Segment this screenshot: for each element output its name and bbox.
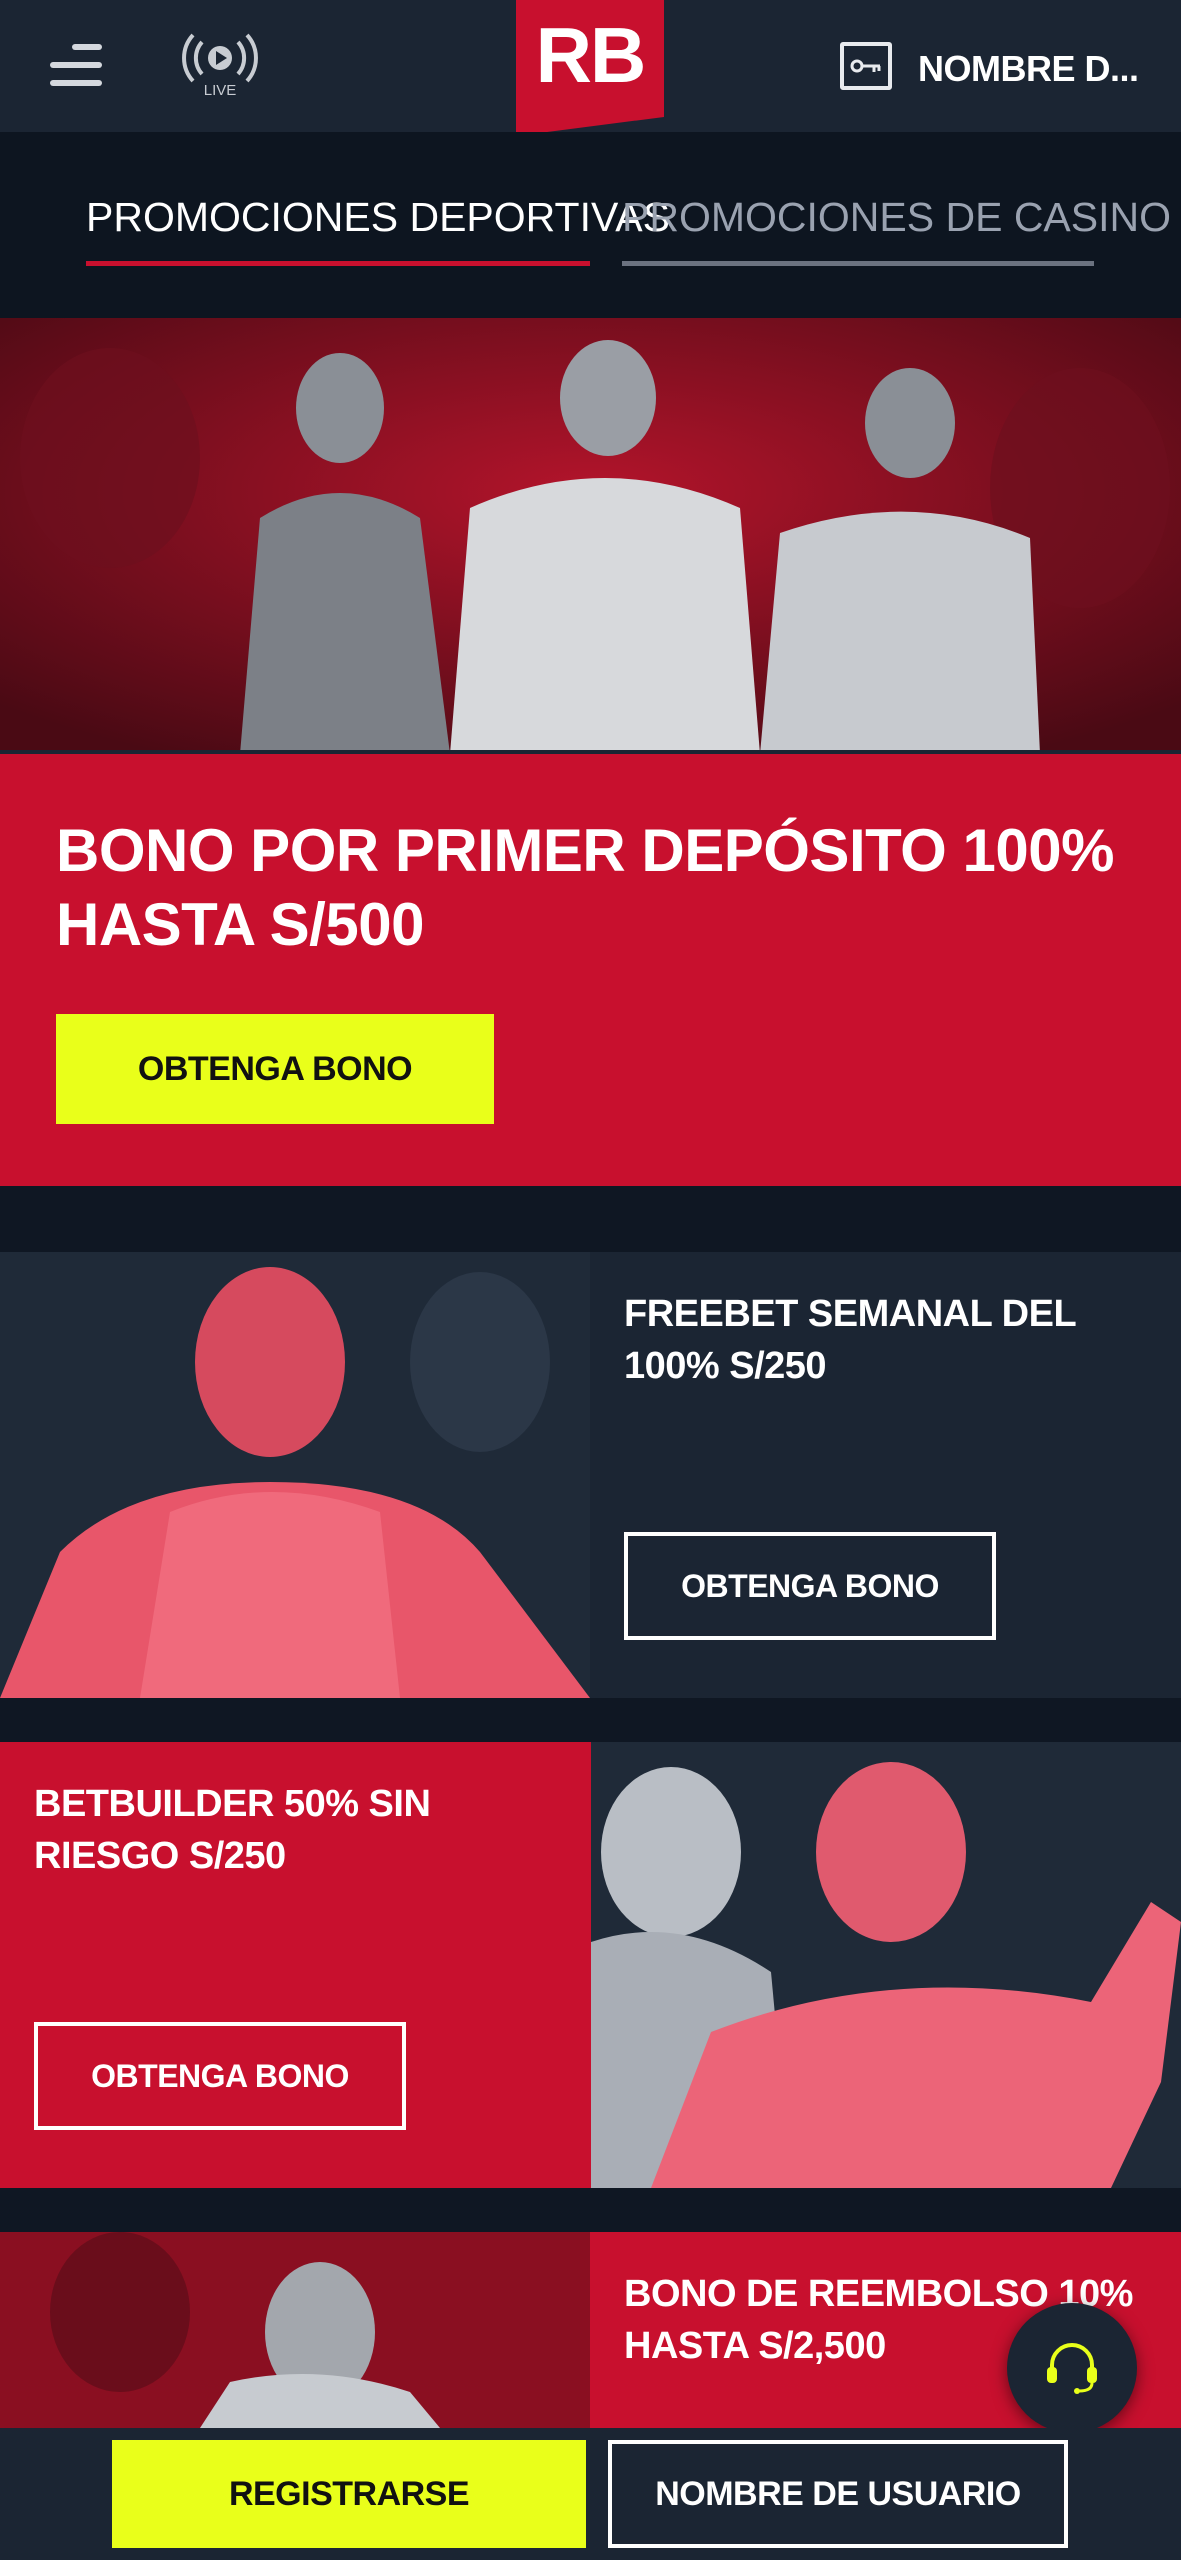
- hero-title: BONO POR PRIMER DEPÓSITO 100% HASTA S/50…: [56, 817, 1114, 958]
- headset-icon: [1047, 2343, 1097, 2394]
- tab-underline: [622, 261, 1094, 266]
- live-label: LIVE: [203, 82, 237, 99]
- cashback-promo: BONO DE REEMBOLSO 10% HASTA S/2,500: [0, 2232, 1181, 2428]
- bottom-action-bar: REGISTRARSE NOMBRE DE USUARIO: [0, 2428, 1181, 2560]
- promo-title: BETBUILDER 50% SIN RIESGO S/250: [34, 1783, 431, 1877]
- freebet-promo: FREEBET SEMANAL DEL 100% S/250 OBTENGA B…: [0, 1252, 1181, 1698]
- betbuilder-promo-content: BETBUILDER 50% SIN RIESGO S/250 OBTENGA …: [0, 1742, 591, 2188]
- get-bonus-button[interactable]: OBTENGA BONO: [34, 2022, 406, 2130]
- hero-banner-image: [0, 318, 1181, 754]
- tab-label: PROMOCIONES DE CASINO: [622, 194, 1172, 240]
- promo-title: FREEBET SEMANAL DEL 100% S/250: [624, 1293, 1076, 1387]
- live-stream-icon: [182, 33, 258, 83]
- tab-casino-promotions[interactable]: PROMOCIONES DE CASINO: [622, 194, 1172, 266]
- login-button[interactable]: NOMBRE D...: [840, 40, 1160, 96]
- tab-underline: [86, 261, 590, 266]
- top-header: LIVE RB NOMBRE D...: [0, 0, 1181, 136]
- logo[interactable]: RB: [516, 0, 664, 136]
- betbuilder-promo-image: [591, 1742, 1181, 2188]
- logo-text: RB: [535, 11, 647, 99]
- get-bonus-button[interactable]: OBTENGA BONO: [56, 1014, 494, 1124]
- freebet-promo-image: [0, 1252, 590, 1698]
- support-chat-button[interactable]: [1007, 2303, 1137, 2433]
- login-key-icon: [840, 42, 892, 90]
- menu-icon[interactable]: [50, 44, 102, 88]
- tab-label: PROMOCIONES DEPORTIVAS: [86, 194, 670, 240]
- tab-sports-promotions[interactable]: PROMOCIONES DEPORTIVAS: [86, 194, 670, 266]
- username-login-button[interactable]: NOMBRE DE USUARIO: [608, 2440, 1068, 2548]
- live-button[interactable]: LIVE: [180, 28, 260, 104]
- betbuilder-promo: BETBUILDER 50% SIN RIESGO S/250 OBTENGA …: [0, 1742, 1181, 2188]
- cashback-promo-image: [0, 2232, 590, 2428]
- get-bonus-button[interactable]: OBTENGA BONO: [624, 1532, 996, 1640]
- register-button[interactable]: REGISTRARSE: [112, 2440, 586, 2548]
- first-deposit-bonus-card: BONO POR PRIMER DEPÓSITO 100% HASTA S/50…: [0, 754, 1181, 1186]
- user-name-label: NOMBRE D...: [918, 48, 1139, 89]
- freebet-promo-content: FREEBET SEMANAL DEL 100% S/250 OBTENGA B…: [590, 1252, 1181, 1698]
- promo-tabs: PROMOCIONES DEPORTIVAS PROMOCIONES DE CA…: [0, 132, 1181, 318]
